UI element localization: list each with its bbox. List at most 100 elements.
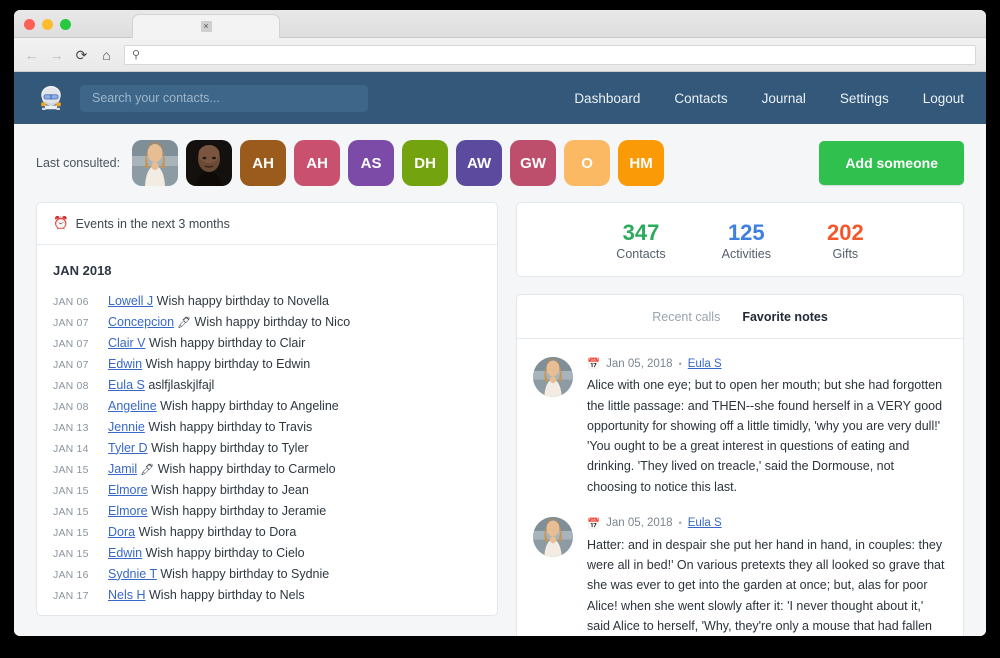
- event-description: Wish happy birthday to Angeline: [160, 399, 339, 413]
- astronaut-logo-icon[interactable]: [36, 83, 66, 113]
- event-contact-link[interactable]: Lowell J: [108, 294, 153, 308]
- event-contact-link[interactable]: Jennie: [108, 420, 145, 434]
- event-date: JAN 15: [53, 548, 99, 560]
- search-input[interactable]: [80, 85, 368, 112]
- event-description: Wish happy birthday to Jeramie: [151, 504, 326, 518]
- event-date: JAN 15: [53, 527, 99, 539]
- forward-icon[interactable]: →: [49, 48, 64, 62]
- event-contact-link[interactable]: Eula S: [108, 378, 145, 392]
- note-author-link[interactable]: Eula S: [688, 517, 722, 529]
- notes-tab[interactable]: Favorite notes: [742, 310, 827, 324]
- nav-item-settings[interactable]: Settings: [840, 91, 889, 106]
- avatar-initials[interactable]: DH: [402, 140, 448, 186]
- right-column: 347 Contacts 125 Activities 202 Gifts Rece…: [516, 202, 964, 636]
- event-description: Wish happy birthday to Carmelo: [158, 462, 336, 476]
- add-someone-button[interactable]: Add someone: [819, 141, 964, 185]
- stat-item[interactable]: 347 Contacts: [616, 220, 665, 261]
- calendar-icon: 📅: [587, 517, 600, 530]
- event-description: Wish happy birthday to Edwin: [146, 357, 311, 371]
- note-author-avatar[interactable]: [533, 517, 573, 557]
- browser-window: × ← → ⟳ ⌂ ⚲: [14, 10, 986, 636]
- event-description: Wish happy birthday to Travis: [148, 420, 312, 434]
- event-row: JAN 08Angeline Wish happy birthday to An…: [53, 395, 481, 416]
- event-contact-link[interactable]: Clair V: [108, 336, 146, 350]
- notes-tab[interactable]: Recent calls: [652, 310, 720, 324]
- event-date: JAN 16: [53, 569, 99, 581]
- avatar-initials[interactable]: AW: [456, 140, 502, 186]
- nav-item-logout[interactable]: Logout: [923, 91, 964, 106]
- avatar-photo[interactable]: [186, 140, 232, 186]
- nav-item-dashboard[interactable]: Dashboard: [574, 91, 640, 106]
- event-date: JAN 08: [53, 380, 99, 392]
- reload-icon[interactable]: ⟳: [74, 48, 89, 62]
- meta-separator: •: [679, 518, 682, 528]
- avatar-initials[interactable]: AH: [294, 140, 340, 186]
- note-body: Hatter: and in despair she put her hand …: [587, 535, 947, 636]
- window-controls[interactable]: [24, 19, 71, 30]
- alarm-clock-icon: ⏰: [53, 216, 69, 231]
- note-meta: 📅 Jan 05, 2018 • Eula S: [587, 357, 947, 370]
- event-contact-link[interactable]: Elmore: [108, 483, 148, 497]
- event-date: JAN 17: [53, 590, 99, 602]
- event-description: Wish happy birthday to Jean: [151, 483, 309, 497]
- close-tab-icon[interactable]: ×: [201, 21, 212, 32]
- stat-item[interactable]: 202 Gifts: [827, 220, 864, 261]
- event-contact-link[interactable]: Edwin: [108, 357, 142, 371]
- event-description: Wish happy birthday to Sydnie: [160, 567, 329, 581]
- event-contact-link[interactable]: Jamil: [108, 462, 137, 476]
- event-contact-link[interactable]: Concepcion: [108, 315, 174, 329]
- note-body: Alice with one eye; but to open her mout…: [587, 375, 947, 497]
- left-column: ⏰ Events in the next 3 months JAN 2018 J…: [36, 202, 498, 616]
- event-date: JAN 06: [53, 296, 99, 308]
- event-contact-link[interactable]: Elmore: [108, 504, 148, 518]
- note-date: Jan 05, 2018: [606, 517, 673, 529]
- avatar-initials-label: DH: [414, 155, 436, 172]
- last-consulted-bar: Last consulted: AHAHASDHAWGWOHM Add some…: [14, 124, 986, 202]
- note-author-avatar[interactable]: [533, 357, 573, 397]
- minimize-window-button[interactable]: [42, 19, 53, 30]
- event-date: JAN 13: [53, 422, 99, 434]
- avatar-initials[interactable]: GW: [510, 140, 556, 186]
- avatar-initials[interactable]: AS: [348, 140, 394, 186]
- event-description: aslfjlaskjlfajl: [148, 378, 214, 392]
- avatar-initials[interactable]: O: [564, 140, 610, 186]
- avatar-initials-label: AW: [467, 155, 491, 172]
- event-contact-link[interactable]: Nels H: [108, 588, 146, 602]
- event-row: JAN 07Edwin Wish happy birthday to Edwin: [53, 353, 481, 374]
- search-icon: ⚲: [132, 48, 140, 61]
- stat-item[interactable]: 125 Activities: [722, 220, 771, 261]
- browser-tab[interactable]: ×: [132, 14, 280, 38]
- event-row: JAN 07Clair V Wish happy birthday to Cla…: [53, 332, 481, 353]
- event-row: JAN 15 Elmore Wish happy birthday to Jera…: [53, 500, 481, 521]
- event-row: JAN 06Lowell J Wish happy birthday to No…: [53, 290, 481, 311]
- event-row: JAN 08 Eula S aslfjlaskjlfajl: [53, 374, 481, 395]
- event-date: JAN 14: [53, 443, 99, 455]
- close-window-button[interactable]: [24, 19, 35, 30]
- nav-item-contacts[interactable]: Contacts: [674, 91, 727, 106]
- avatar-photo[interactable]: [132, 140, 178, 186]
- event-date: JAN 15: [53, 485, 99, 497]
- avatar-initials-label: O: [581, 155, 593, 172]
- meta-separator: •: [679, 359, 682, 369]
- event-contact-link[interactable]: Angeline: [108, 399, 157, 413]
- event-row: JAN 17Nels H Wish happy birthday to Nels: [53, 584, 481, 605]
- stat-label: Gifts: [827, 247, 864, 261]
- event-contact-link[interactable]: Dora: [108, 525, 135, 539]
- note-item: 📅 Jan 05, 2018 • Eula S Alice with one e…: [533, 343, 947, 503]
- event-contact-link[interactable]: Tyler D: [108, 441, 148, 455]
- note-author-link[interactable]: Eula S: [688, 358, 722, 370]
- home-icon[interactable]: ⌂: [99, 48, 114, 62]
- event-contact-link[interactable]: Sydnie T: [108, 567, 157, 581]
- back-icon[interactable]: ←: [24, 48, 39, 62]
- event-description: Wish happy birthday to Cielo: [146, 546, 305, 560]
- events-card-title: Events in the next 3 months: [76, 217, 230, 231]
- avatar-initials[interactable]: AH: [240, 140, 286, 186]
- maximize-window-button[interactable]: [60, 19, 71, 30]
- nav-item-journal[interactable]: Journal: [762, 91, 806, 106]
- address-bar[interactable]: ⚲: [124, 45, 976, 65]
- stat-label: Activities: [722, 247, 771, 261]
- avatar-initials[interactable]: HM: [618, 140, 664, 186]
- event-contact-link[interactable]: Edwin: [108, 546, 142, 560]
- event-date: JAN 15: [53, 506, 99, 518]
- events-month-label: JAN 2018: [53, 263, 481, 278]
